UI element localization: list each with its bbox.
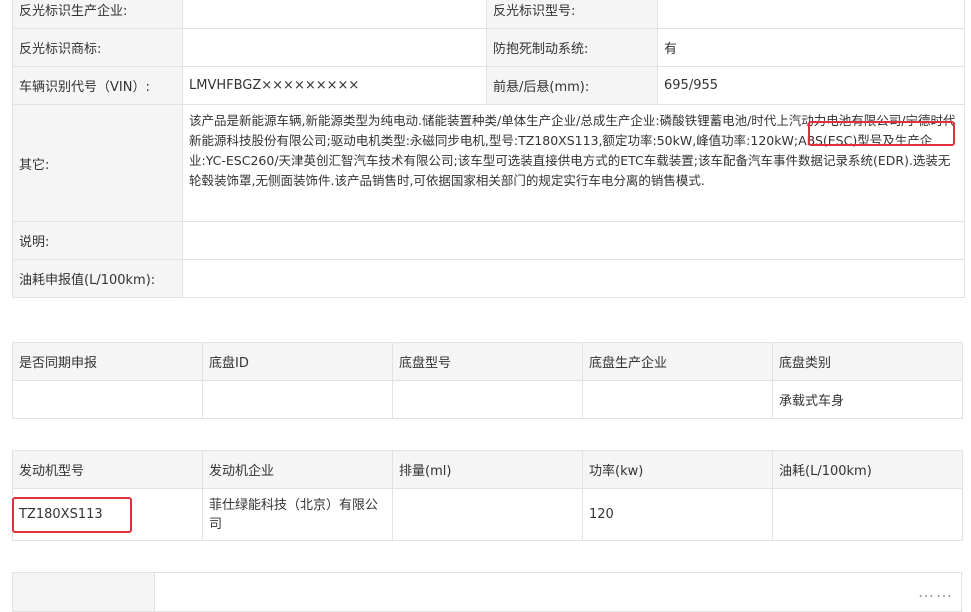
spec-row: 反光标识生产企业: 反光标识型号:: [12, 0, 965, 29]
chassis-manufacturer-value: [582, 380, 773, 419]
engine-model-highlight: [12, 497, 132, 533]
abs-value: 有: [657, 28, 965, 67]
chassis-header-model: 底盘型号: [392, 342, 583, 381]
engine-header-manufacturer: 发动机企业: [202, 450, 393, 489]
engine-power-value: 120: [582, 488, 773, 541]
chassis-header-same-period: 是否同期申报: [12, 342, 203, 381]
next-table-partial: ……: [12, 572, 962, 612]
chassis-table: 是否同期申报 底盘ID 底盘型号 底盘生产企业 底盘类别 承载式车身: [12, 342, 963, 419]
abs-label: 防抱死制动系统:: [486, 28, 658, 67]
other-label: 其它:: [12, 104, 183, 222]
engine-displacement-value: [392, 488, 583, 541]
spec-row: 说明:: [12, 221, 965, 260]
overhang-label: 前悬/后悬(mm):: [486, 66, 658, 105]
chassis-model-value: [392, 380, 583, 419]
more-dots-icon[interactable]: ……: [918, 582, 954, 601]
spec-row: 车辆识别代号（VIN）: LMVHFBGZ××××××××× 前悬/后悬(mm)…: [12, 66, 965, 105]
note-value: [182, 221, 965, 260]
battery-supplier-highlight: [808, 121, 955, 146]
vehicle-spec-table: 反光标识生产企业: 反光标识型号: 反光标识商标: 防抱死制动系统: 有 车辆识…: [12, 0, 965, 298]
next-table-label-cell: [12, 572, 155, 612]
vin-value: LMVHFBGZ×××××××××: [182, 66, 487, 105]
fuel-declared-label: 油耗申报值(L/100km):: [12, 259, 183, 298]
note-label: 说明:: [12, 221, 183, 260]
reflective-brand-value: [182, 28, 487, 67]
chassis-header-category: 底盘类别: [772, 342, 963, 381]
reflective-manufacturer-label: 反光标识生产企业:: [12, 0, 183, 29]
engine-header-power: 功率(kw): [582, 450, 773, 489]
reflective-brand-label: 反光标识商标:: [12, 28, 183, 67]
engine-table: 发动机型号 发动机企业 排量(ml) 功率(kw) 油耗(L/100km) TZ…: [12, 450, 963, 541]
engine-manufacturer-value: 菲仕绿能科技（北京）有限公司: [202, 488, 393, 541]
chassis-header-manufacturer: 底盘生产企业: [582, 342, 773, 381]
chassis-category-value: 承载式车身: [772, 380, 963, 419]
engine-header-fuel: 油耗(L/100km): [772, 450, 963, 489]
chassis-id-value: [202, 380, 393, 419]
fuel-declared-value: [182, 259, 965, 298]
spec-row: 反光标识商标: 防抱死制动系统: 有: [12, 28, 965, 67]
engine-fuel-value: [772, 488, 963, 541]
table-row: TZ180XS113 菲仕绿能科技（北京）有限公司 120: [12, 488, 963, 541]
engine-header-row: 发动机型号 发动机企业 排量(ml) 功率(kw) 油耗(L/100km): [12, 450, 963, 489]
engine-header-displacement: 排量(ml): [392, 450, 583, 489]
chassis-header-row: 是否同期申报 底盘ID 底盘型号 底盘生产企业 底盘类别: [12, 342, 963, 381]
vin-label: 车辆识别代号（VIN）:: [12, 66, 183, 105]
next-table-value-cell: [154, 572, 962, 612]
overhang-value: 695/955: [657, 66, 965, 105]
table-row: 承载式车身: [12, 380, 963, 419]
chassis-same-period-value: [12, 380, 203, 419]
reflective-model-value: [657, 0, 965, 29]
spec-row: 油耗申报值(L/100km):: [12, 259, 965, 298]
chassis-header-id: 底盘ID: [202, 342, 393, 381]
reflective-manufacturer-value: [182, 0, 487, 29]
reflective-model-label: 反光标识型号:: [486, 0, 658, 29]
engine-header-model: 发动机型号: [12, 450, 203, 489]
